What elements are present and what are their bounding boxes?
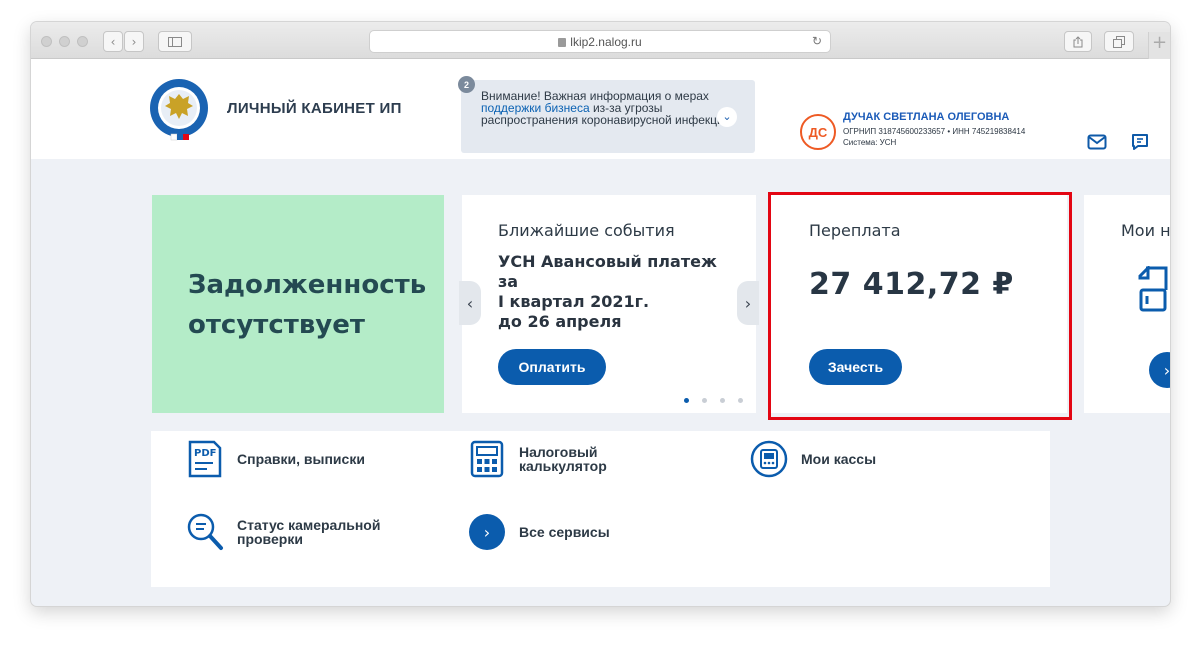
pay-button[interactable]: Оплатить: [498, 349, 606, 385]
notice-count-badge: 2: [458, 76, 475, 93]
offset-button[interactable]: Зачесть: [809, 349, 902, 385]
event-description: УСН Авансовый платеж за I квартал 2021г.…: [498, 252, 738, 332]
site-header: ЛИЧНЫЙ КАБИНЕТ ИП 2 Внимание! Важная инф…: [31, 59, 1170, 159]
close-window-button[interactable]: [41, 36, 52, 47]
search-document-icon: [185, 512, 225, 552]
messages-button[interactable]: [1084, 129, 1110, 155]
user-identifiers: ОГРНИП 318745600233657 • ИНН 74521983841…: [843, 127, 1026, 136]
chevron-right-icon: ›: [469, 514, 505, 550]
services-panel: PDF Справки, выписки Налоговый калькулят…: [151, 431, 1050, 587]
service-certificates[interactable]: PDF Справки, выписки: [185, 439, 365, 479]
service-all-services[interactable]: › Все сервисы: [469, 514, 610, 550]
notice-banner[interactable]: 2 Внимание! Важная информация о мерах по…: [458, 76, 755, 153]
chat-icon: [1132, 134, 1148, 150]
user-avatar[interactable]: ДС: [800, 114, 836, 150]
carousel-next-button[interactable]: ›: [737, 281, 759, 325]
carousel-dot[interactable]: [684, 398, 689, 403]
events-title: Ближайшие события: [498, 221, 675, 240]
reload-icon[interactable]: ↻: [812, 34, 822, 48]
minimize-window-button[interactable]: [59, 36, 70, 47]
chevron-left-icon: ‹: [110, 34, 116, 49]
carousel-dot[interactable]: [702, 398, 707, 403]
pdf-icon: PDF: [185, 439, 225, 479]
envelope-icon: [1087, 134, 1107, 150]
event-line3: до 26 апреля: [498, 312, 622, 331]
chevron-right-icon: ›: [1163, 360, 1170, 380]
event-line1: УСН Авансовый платеж за: [498, 252, 717, 291]
debt-status-line1: Задолженность: [188, 270, 427, 300]
user-name[interactable]: ДУЧАК СВЕТЛАНА ОЛЕГОВНА: [843, 111, 1009, 123]
lock-icon: [558, 38, 567, 47]
cash-register-icon: [749, 439, 789, 479]
debt-status-card[interactable]: Задолженность отсутствует: [152, 195, 444, 413]
debt-status-line2: отсутствует: [188, 310, 365, 340]
service-cash-registers[interactable]: Мои кассы: [749, 439, 876, 479]
my-documents-card: Мои на ›: [1084, 195, 1170, 413]
event-line2: I квартал 2021г.: [498, 292, 650, 311]
carousel-dot[interactable]: [720, 398, 725, 403]
carousel-dot[interactable]: [738, 398, 743, 403]
cabinet-title[interactable]: ЛИЧНЫЙ КАБИНЕТ ИП: [227, 100, 402, 117]
address-text: lkip2.nalog.ru: [570, 34, 642, 49]
service-audit-status-label: Статус камеральной проверки: [237, 518, 380, 546]
service-tax-calculator[interactable]: Налоговый калькулятор: [467, 439, 607, 479]
sidebar-button[interactable]: [158, 31, 192, 52]
carousel-dots: [684, 398, 743, 403]
tabs-icon: [1113, 35, 1125, 48]
forward-button[interactable]: ›: [124, 31, 144, 52]
new-tab-button[interactable]: +: [1148, 32, 1170, 59]
chevron-down-icon: ⌄: [722, 111, 732, 123]
overpayment-title: Переплата: [809, 221, 901, 240]
service-audit-status[interactable]: Статус камеральной проверки: [185, 512, 380, 552]
service-cash-registers-label: Мои кассы: [801, 451, 877, 467]
share-icon: [1073, 35, 1083, 47]
zoom-window-button[interactable]: [77, 36, 88, 47]
browser-toolbar: ‹ › lkip2.nalog.ru ↻ +: [31, 22, 1170, 59]
sidebar-icon: [168, 36, 182, 47]
user-tax-system: Система: УСН: [843, 138, 897, 147]
back-button[interactable]: ‹: [103, 31, 123, 52]
service-tax-calculator-label: Налоговый калькулятор: [519, 445, 607, 473]
documents-icon: [1138, 266, 1168, 312]
calculator-label-line1: Налоговый: [519, 444, 598, 460]
calculator-label-line2: калькулятор: [519, 458, 607, 474]
service-certificates-label: Справки, выписки: [237, 451, 365, 467]
upcoming-events-card: Ближайшие события УСН Авансовый платеж з…: [459, 195, 759, 413]
overpayment-amount: 27 412,72 ₽: [809, 267, 1014, 302]
expand-notice-button[interactable]: ⌄: [717, 107, 737, 127]
fns-emblem-logo[interactable]: [149, 78, 209, 142]
chevron-left-icon: ‹: [466, 293, 474, 313]
svg-text:PDF: PDF: [194, 448, 216, 459]
audit-label-line2: проверки: [237, 531, 303, 547]
chevron-right-icon: ›: [744, 293, 752, 313]
tabs-button[interactable]: [1104, 31, 1134, 52]
carousel-prev-button[interactable]: ‹: [459, 281, 481, 325]
share-button[interactable]: [1064, 31, 1092, 52]
debt-status-text: Задолженность отсутствует: [188, 265, 426, 345]
all-services-label: Все сервисы: [519, 524, 610, 540]
my-documents-title: Мои на: [1121, 221, 1170, 240]
documents-open-button[interactable]: ›: [1149, 352, 1170, 388]
calculator-icon: [467, 439, 507, 479]
audit-label-line1: Статус камеральной: [237, 517, 381, 533]
overpayment-card: Переплата 27 412,72 ₽ Зачесть: [771, 195, 1067, 413]
chevron-right-icon: ›: [131, 34, 137, 49]
chat-button[interactable]: [1127, 129, 1153, 155]
address-bar[interactable]: lkip2.nalog.ru ↻: [369, 30, 831, 53]
browser-window: ‹ › lkip2.nalog.ru ↻ + ЛИЧНЫЙ КАБИНЕТ ИП: [31, 22, 1170, 606]
